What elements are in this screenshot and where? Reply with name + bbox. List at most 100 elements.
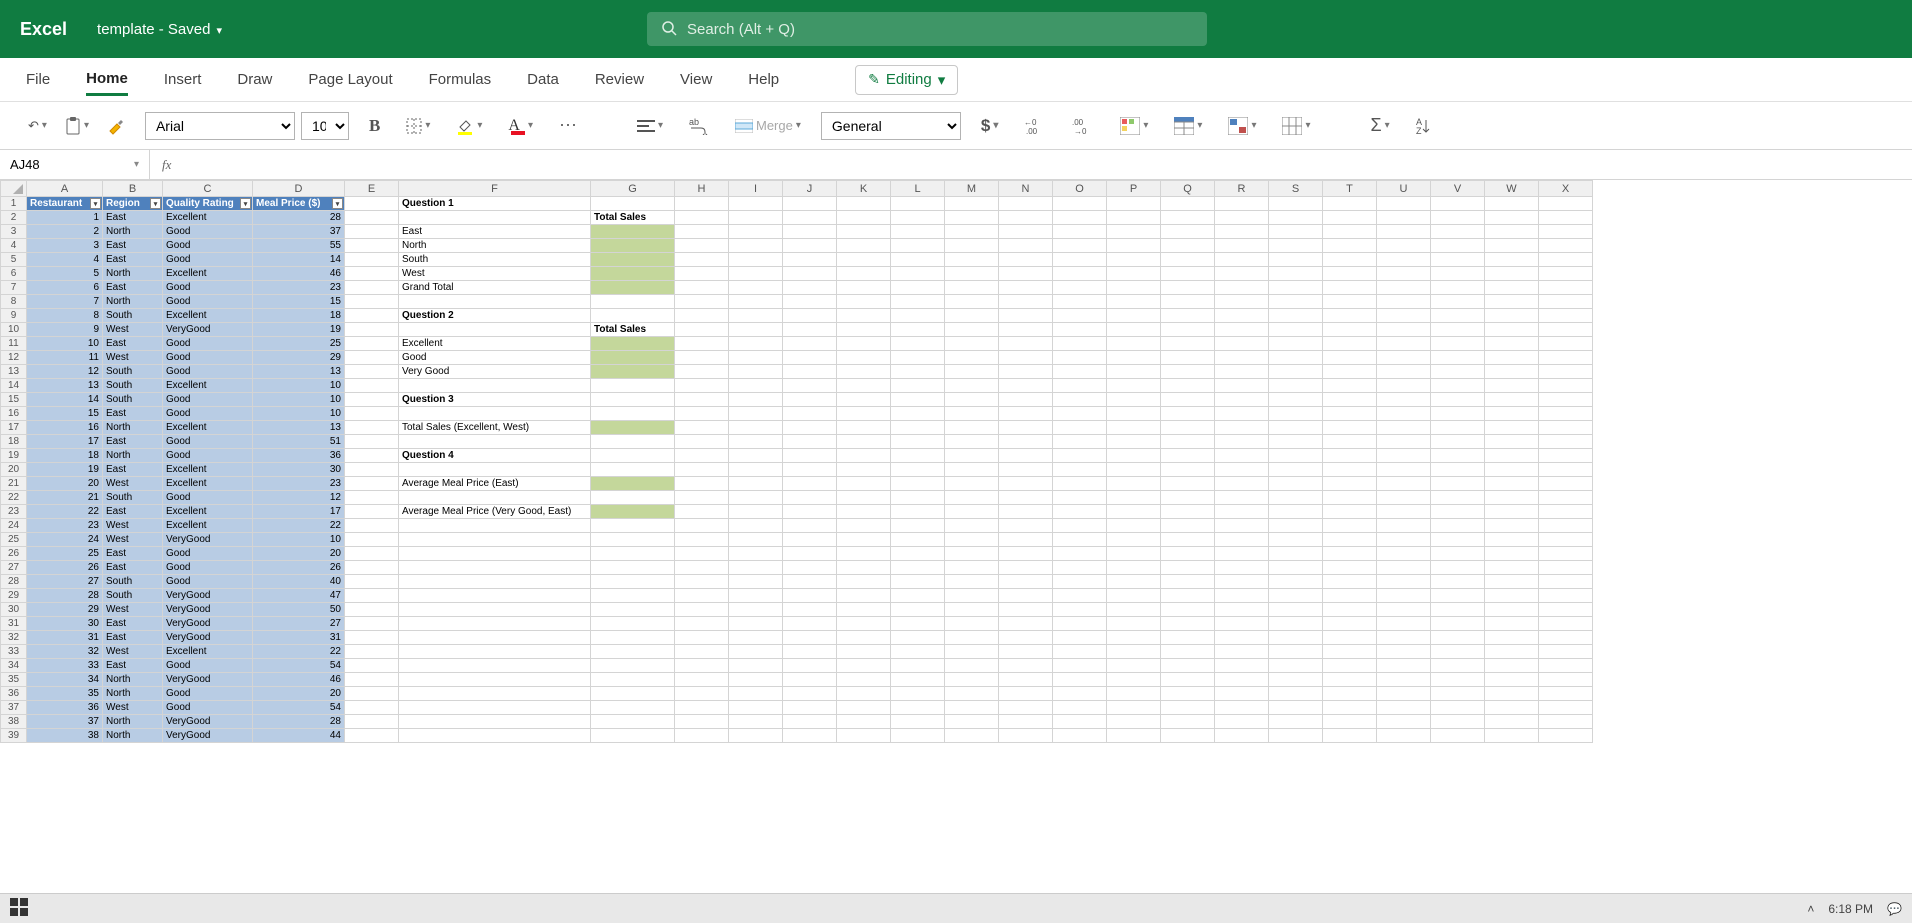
cell-L20[interactable] — [891, 463, 945, 477]
cell-B19[interactable]: North — [103, 449, 163, 463]
cell-H33[interactable] — [675, 645, 729, 659]
cell-D36[interactable]: 20 — [253, 687, 345, 701]
row-header-28[interactable]: 28 — [1, 575, 27, 589]
cell-I33[interactable] — [729, 645, 783, 659]
row-header-10[interactable]: 10 — [1, 323, 27, 337]
cell-H11[interactable] — [675, 337, 729, 351]
cell-B16[interactable]: East — [103, 407, 163, 421]
cell-W38[interactable] — [1485, 715, 1539, 729]
cell-J39[interactable] — [783, 729, 837, 743]
cell-R9[interactable] — [1215, 309, 1269, 323]
cell-I38[interactable] — [729, 715, 783, 729]
cell-H37[interactable] — [675, 701, 729, 715]
tab-view[interactable]: View — [680, 65, 712, 94]
cell-F8[interactable] — [399, 295, 591, 309]
cell-K12[interactable] — [837, 351, 891, 365]
cell-K1[interactable] — [837, 197, 891, 211]
select-all-corner[interactable] — [1, 181, 27, 197]
cell-E16[interactable] — [345, 407, 399, 421]
row-header-7[interactable]: 7 — [1, 281, 27, 295]
cell-A4[interactable]: 3 — [27, 239, 103, 253]
cell-V9[interactable] — [1431, 309, 1485, 323]
cell-E9[interactable] — [345, 309, 399, 323]
cell-Q19[interactable] — [1161, 449, 1215, 463]
cell-K21[interactable] — [837, 477, 891, 491]
cell-P29[interactable] — [1107, 589, 1161, 603]
name-box[interactable]: AJ48▾ — [0, 150, 150, 179]
cell-C15[interactable]: Good — [163, 393, 253, 407]
tab-formulas[interactable]: Formulas — [429, 65, 492, 94]
cell-H21[interactable] — [675, 477, 729, 491]
cell-N14[interactable] — [999, 379, 1053, 393]
cell-K24[interactable] — [837, 519, 891, 533]
cell-K26[interactable] — [837, 547, 891, 561]
cell-F17[interactable]: Total Sales (Excellent, West) — [399, 421, 591, 435]
cell-L32[interactable] — [891, 631, 945, 645]
row-header-25[interactable]: 25 — [1, 533, 27, 547]
cell-S25[interactable] — [1269, 533, 1323, 547]
cell-N35[interactable] — [999, 673, 1053, 687]
cell-I16[interactable] — [729, 407, 783, 421]
cell-E33[interactable] — [345, 645, 399, 659]
cell-A36[interactable]: 35 — [27, 687, 103, 701]
cell-P31[interactable] — [1107, 617, 1161, 631]
cell-F1[interactable]: Question 1 — [399, 197, 591, 211]
cell-G26[interactable] — [591, 547, 675, 561]
align-button[interactable]: ▾ — [631, 115, 669, 137]
cell-E3[interactable] — [345, 225, 399, 239]
row-header-1[interactable]: 1 — [1, 197, 27, 211]
filter-dropdown-icon[interactable]: ▾ — [150, 198, 161, 209]
cell-B31[interactable]: East — [103, 617, 163, 631]
cell-X31[interactable] — [1539, 617, 1593, 631]
cell-U1[interactable] — [1377, 197, 1431, 211]
tab-file[interactable]: File — [26, 65, 50, 94]
cell-L6[interactable] — [891, 267, 945, 281]
cell-P36[interactable] — [1107, 687, 1161, 701]
cell-G32[interactable] — [591, 631, 675, 645]
cell-C31[interactable]: VeryGood — [163, 617, 253, 631]
cell-W33[interactable] — [1485, 645, 1539, 659]
cell-L39[interactable] — [891, 729, 945, 743]
cell-G12[interactable] — [591, 351, 675, 365]
cell-A25[interactable]: 24 — [27, 533, 103, 547]
cell-C35[interactable]: VeryGood — [163, 673, 253, 687]
cell-A34[interactable]: 33 — [27, 659, 103, 673]
cell-Q36[interactable] — [1161, 687, 1215, 701]
cell-L15[interactable] — [891, 393, 945, 407]
cell-F21[interactable]: Average Meal Price (East) — [399, 477, 591, 491]
cell-G5[interactable] — [591, 253, 675, 267]
cell-G1[interactable] — [591, 197, 675, 211]
column-header-U[interactable]: U — [1377, 181, 1431, 197]
cell-C30[interactable]: VeryGood — [163, 603, 253, 617]
cell-I9[interactable] — [729, 309, 783, 323]
cell-W29[interactable] — [1485, 589, 1539, 603]
row-header-9[interactable]: 9 — [1, 309, 27, 323]
cell-S11[interactable] — [1269, 337, 1323, 351]
cell-H28[interactable] — [675, 575, 729, 589]
cell-I13[interactable] — [729, 365, 783, 379]
cell-N16[interactable] — [999, 407, 1053, 421]
cell-F14[interactable] — [399, 379, 591, 393]
cell-J7[interactable] — [783, 281, 837, 295]
cell-U11[interactable] — [1377, 337, 1431, 351]
cell-O25[interactable] — [1053, 533, 1107, 547]
cell-F37[interactable] — [399, 701, 591, 715]
cell-C13[interactable]: Good — [163, 365, 253, 379]
cell-R31[interactable] — [1215, 617, 1269, 631]
cell-S13[interactable] — [1269, 365, 1323, 379]
column-header-D[interactable]: D — [253, 181, 345, 197]
cell-F23[interactable]: Average Meal Price (Very Good, East) — [399, 505, 591, 519]
cell-H9[interactable] — [675, 309, 729, 323]
cell-T34[interactable] — [1323, 659, 1377, 673]
cell-K14[interactable] — [837, 379, 891, 393]
cell-G36[interactable] — [591, 687, 675, 701]
cell-S32[interactable] — [1269, 631, 1323, 645]
cell-H17[interactable] — [675, 421, 729, 435]
cell-S17[interactable] — [1269, 421, 1323, 435]
cell-K25[interactable] — [837, 533, 891, 547]
cell-C37[interactable]: Good — [163, 701, 253, 715]
cell-Q18[interactable] — [1161, 435, 1215, 449]
cell-U34[interactable] — [1377, 659, 1431, 673]
cell-H2[interactable] — [675, 211, 729, 225]
cell-S5[interactable] — [1269, 253, 1323, 267]
